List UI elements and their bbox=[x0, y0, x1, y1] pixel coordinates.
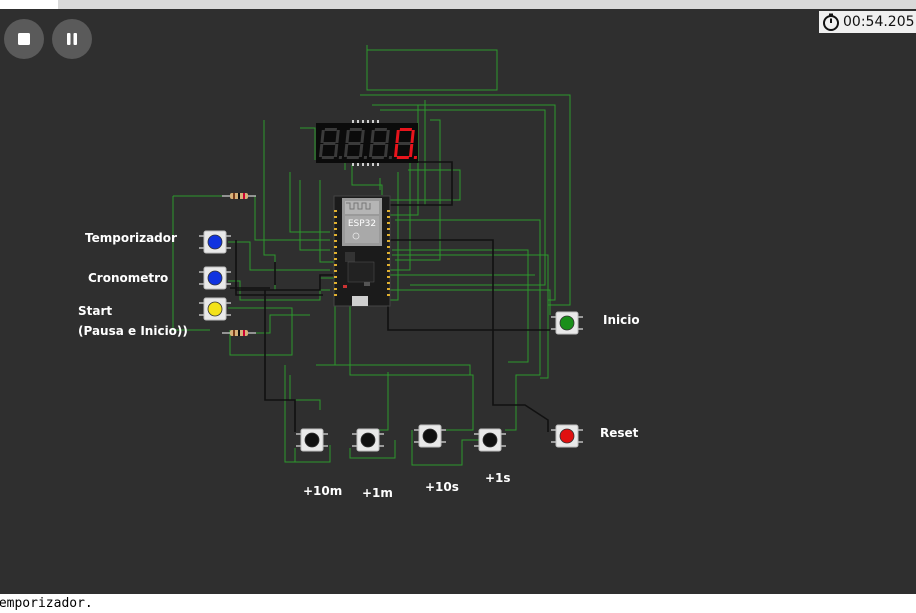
pushbutton-start[interactable] bbox=[199, 297, 231, 321]
serial-console: Temporizador. bbox=[0, 594, 916, 613]
pushbutton-reset[interactable] bbox=[551, 424, 583, 448]
segment-a bbox=[324, 128, 337, 131]
decimal-point bbox=[388, 156, 393, 159]
segment-g bbox=[373, 142, 386, 145]
segment-a bbox=[374, 128, 387, 131]
label-cronometro: Cronometro bbox=[88, 271, 169, 285]
pushbutton-plus-10m[interactable] bbox=[296, 428, 328, 452]
decimal-point bbox=[338, 156, 343, 159]
label-reset: Reset bbox=[600, 426, 639, 440]
segment-d bbox=[321, 156, 335, 159]
segment-g bbox=[348, 142, 361, 145]
label-inicio: Inicio bbox=[603, 313, 640, 327]
segment-g bbox=[323, 142, 336, 145]
label-temporizador: Temporizador bbox=[85, 231, 177, 245]
resistor-top[interactable] bbox=[222, 193, 256, 199]
pushbutton-plus-10s[interactable] bbox=[414, 424, 446, 448]
pushbutton-temporizador[interactable] bbox=[199, 230, 231, 254]
circuit-diagram: ESP32 bbox=[172, 45, 583, 466]
decimal-point bbox=[413, 156, 418, 159]
segment-a bbox=[399, 128, 412, 131]
pushbutton-plus-1m[interactable] bbox=[352, 428, 384, 452]
seven-segment-display bbox=[316, 120, 418, 166]
label-plus-1s: +1s bbox=[485, 471, 511, 485]
console-output: Temporizador. bbox=[0, 596, 93, 611]
label-plus-10s: +10s bbox=[425, 480, 459, 494]
pushbutton-inicio[interactable] bbox=[551, 311, 583, 335]
decimal-point bbox=[363, 156, 368, 159]
pushbutton-plus-1s[interactable] bbox=[474, 428, 506, 452]
segment-d bbox=[396, 156, 410, 159]
label-plus-10m: +10m bbox=[303, 484, 343, 498]
resistor-bottom[interactable] bbox=[222, 330, 256, 336]
segment-d bbox=[371, 156, 385, 159]
chip-label: ESP32 bbox=[348, 219, 376, 229]
label-plus-1m: +1m bbox=[362, 486, 393, 500]
label-start: Start bbox=[78, 304, 113, 318]
pushbutton-cronometro[interactable] bbox=[199, 266, 231, 290]
esp32-board[interactable]: ESP32 bbox=[333, 195, 391, 307]
segment-a bbox=[349, 128, 362, 131]
segment-g bbox=[398, 142, 411, 145]
label-start-subtitle: (Pausa e Inicio)) bbox=[78, 324, 188, 338]
segment-d bbox=[346, 156, 360, 159]
